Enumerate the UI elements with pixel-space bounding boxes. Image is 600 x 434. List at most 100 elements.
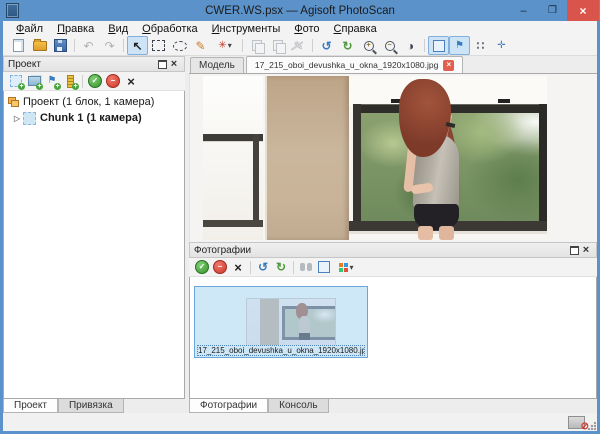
project-root-label: Проект (1 блок, 1 камера): [23, 96, 154, 108]
expander-icon[interactable]: ▷: [14, 114, 23, 123]
client-area: Файл Правка Вид Обработка Инструменты Фо…: [3, 21, 597, 431]
photo-thumbnail-item[interactable]: 17_215_oboi_devushka_u_okna_1920x1080.jp…: [194, 286, 368, 358]
new-project-button[interactable]: [8, 36, 29, 55]
rectangle-select-button[interactable]: [148, 36, 169, 55]
show-thumbnails-button[interactable]: ∷: [470, 36, 491, 55]
lasso-select-button[interactable]: [169, 36, 190, 55]
photo-viewer[interactable]: [189, 74, 597, 242]
menu-view[interactable]: Вид: [101, 23, 135, 35]
pen-tool-button[interactable]: ✎: [190, 36, 211, 55]
tab-photos[interactable]: Фотографии: [189, 399, 268, 413]
toolbar-separator: [123, 39, 124, 52]
rotate-cw-icon: ↻: [342, 40, 352, 52]
magic-wand-button[interactable]: ✳▾: [211, 36, 239, 55]
enable-item-button[interactable]: ✓: [86, 73, 104, 89]
enable-check-icon: ✓: [88, 74, 102, 88]
rotate-photo-left-button[interactable]: ↺: [254, 259, 272, 275]
region-icon: [433, 40, 445, 52]
toolbar-separator: [74, 39, 75, 52]
rotate-photo-right-button[interactable]: ↻: [272, 259, 290, 275]
float-panel-button[interactable]: [156, 59, 168, 70]
tab-photo-document[interactable]: 17_215_oboi_devushka_u_okna_1920x1080.jp…: [246, 56, 463, 73]
menu-workflow[interactable]: Обработка: [135, 23, 204, 35]
rectangle-selection-icon: [152, 40, 165, 51]
menu-photo[interactable]: Фото: [287, 23, 326, 35]
app-window: CWER.WS.psx — Agisoft PhotoScan – ❐ × Фа…: [0, 0, 600, 434]
redo-button[interactable]: ↷: [99, 36, 120, 55]
disable-item-button[interactable]: −: [104, 73, 122, 89]
right-dock-tabs: Фотографии Консоль: [189, 399, 597, 413]
thumbnails-view-button[interactable]: ▾: [333, 259, 359, 275]
float-icon: [570, 246, 579, 255]
menu-edit[interactable]: Правка: [50, 23, 101, 35]
zoom-out-button[interactable]: −: [379, 36, 400, 55]
photos-panel-toolbar: ✓ − × ↺ ↻ ▾: [189, 258, 597, 277]
paste-icon: [273, 40, 283, 51]
photo-woman-leg: [439, 226, 454, 240]
maximize-button[interactable]: ❐: [538, 0, 567, 21]
show-region-button[interactable]: [428, 36, 449, 55]
toolbar-separator: [293, 261, 294, 274]
toolbar-separator: [312, 39, 313, 52]
menu-help[interactable]: Справка: [327, 23, 384, 35]
find-photo-button[interactable]: [297, 259, 315, 275]
undo-button[interactable]: ↶: [78, 36, 99, 55]
close-tab-icon[interactable]: ×: [443, 60, 454, 71]
select-tool-button[interactable]: ↖: [127, 36, 148, 55]
lasso-icon: [173, 41, 187, 51]
zoom-in-button[interactable]: +: [358, 36, 379, 55]
photo-image[interactable]: [203, 76, 547, 240]
details-view-button[interactable]: [315, 259, 333, 275]
close-button[interactable]: ×: [567, 0, 599, 21]
grid-icon: ∷: [477, 40, 485, 52]
tree-item-chunk1[interactable]: ▷ Chunk 1 (1 камера): [4, 110, 184, 126]
network-offline-icon: [568, 416, 585, 429]
close-panel-button[interactable]: ×: [580, 245, 592, 256]
show-markers-button[interactable]: ⚑: [449, 36, 470, 55]
navigation-button[interactable]: ✛: [491, 36, 512, 55]
tab-model[interactable]: Модель: [190, 57, 244, 73]
add-marker-button[interactable]: ⚑: [43, 73, 61, 89]
reset-view-button[interactable]: ◑: [400, 36, 421, 55]
rotate-left-button[interactable]: ↺: [316, 36, 337, 55]
delete-selection-button[interactable]: ✎: [288, 36, 309, 55]
remove-item-button[interactable]: ×: [122, 73, 140, 89]
copy-button[interactable]: [246, 36, 267, 55]
float-panel-button[interactable]: [568, 245, 580, 256]
tab-reference[interactable]: Привязка: [58, 399, 124, 413]
redo-icon: ↷: [104, 40, 114, 52]
tree-item-project-root[interactable]: Проект (1 блок, 1 камера): [4, 94, 184, 110]
remove-photo-button[interactable]: ×: [229, 259, 247, 275]
close-panel-button[interactable]: ×: [168, 59, 180, 70]
document-tabs: Модель 17_215_oboi_devushka_u_okna_1920x…: [189, 56, 597, 74]
scalebar-icon: [67, 75, 74, 88]
float-icon: [158, 60, 167, 69]
add-photos-icon: [28, 76, 41, 86]
photo-window-frame: [539, 104, 547, 228]
enable-check-icon: ✓: [195, 260, 209, 274]
add-chunk-button[interactable]: [7, 73, 25, 89]
menu-file[interactable]: Файл: [9, 23, 50, 35]
save-project-button[interactable]: [50, 36, 71, 55]
save-floppy-icon: [54, 39, 67, 52]
tab-console[interactable]: Консоль: [268, 399, 328, 413]
enable-photo-button[interactable]: ✓: [193, 259, 211, 275]
thumbnails-grid-icon: [338, 262, 348, 272]
open-project-button[interactable]: [29, 36, 50, 55]
add-photos-button[interactable]: [25, 73, 43, 89]
paste-button[interactable]: [267, 36, 288, 55]
photo-window-latch: [498, 99, 510, 103]
add-scalebar-button[interactable]: [61, 73, 79, 89]
marker-flag-icon: ⚑: [48, 76, 57, 86]
tab-project[interactable]: Проект: [3, 399, 58, 413]
rotate-right-button[interactable]: ↻: [337, 36, 358, 55]
menu-tools[interactable]: Инструменты: [205, 23, 288, 35]
resize-grip[interactable]: [587, 421, 596, 430]
status-bar: [3, 413, 597, 431]
project-panel-title: Проект: [8, 59, 41, 70]
dropdown-arrow-icon: ▾: [349, 263, 353, 272]
disable-photo-button[interactable]: −: [211, 259, 229, 275]
copy-icon: [252, 40, 262, 51]
remove-x-icon: ×: [127, 75, 135, 88]
minimize-button[interactable]: –: [509, 0, 538, 21]
